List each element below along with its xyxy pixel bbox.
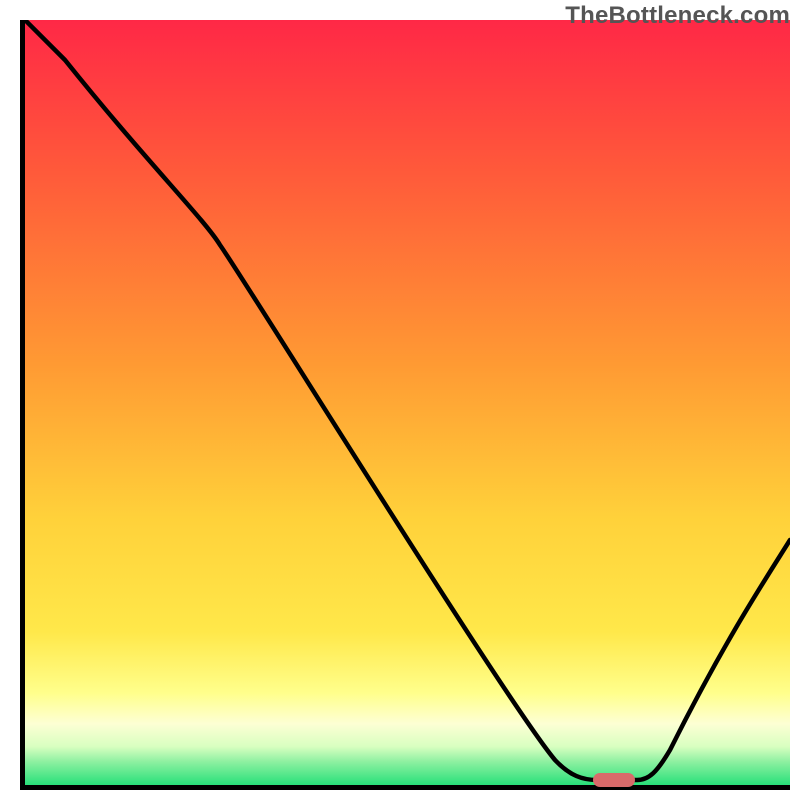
watermark-text: TheBottleneck.com — [565, 2, 790, 30]
curve-path — [25, 20, 790, 780]
bottleneck-curve — [25, 20, 790, 785]
chart-container: TheBottleneck.com — [0, 0, 800, 800]
plot-area — [20, 20, 790, 790]
optimal-marker — [593, 773, 635, 787]
